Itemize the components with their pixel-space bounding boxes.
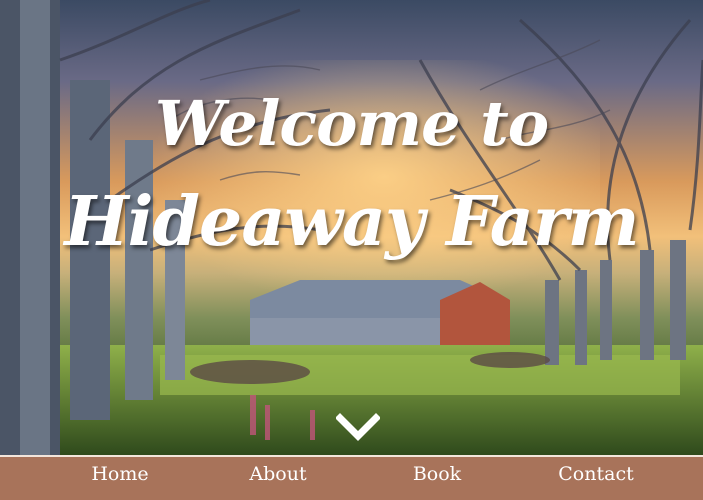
scroll-down-button[interactable] [336,412,380,442]
nav-item-about[interactable]: About [208,457,348,500]
hero-title-line-2: Hideaway Farm [64,182,639,262]
main-navigation: Home About Book Contact [0,457,703,500]
hero-title-line-1: Welcome to [154,87,549,160]
nav-item-contact[interactable]: Contact [526,457,666,500]
nav-item-book[interactable]: Book [367,457,507,500]
chevron-down-icon [336,413,380,441]
hero-banner: Welcome to Hideaway Farm [0,0,703,455]
nav-item-home[interactable]: Home [50,457,190,500]
